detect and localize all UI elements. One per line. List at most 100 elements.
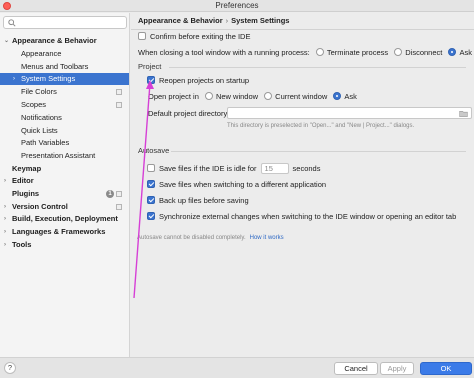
breadcrumb-separator: › [225,16,229,25]
default-dir-label: Default project directory: [148,109,230,118]
confirm-exit-row[interactable]: Confirm before exiting the IDE [138,31,250,42]
idle-save-label: Save files if the IDE is idle for [159,164,257,173]
reopen-label: Reopen projects on startup [159,76,250,85]
sidebar-item-label: Path Variables [21,138,70,147]
settings-search-box[interactable] [3,16,127,29]
default-dir-field[interactable] [227,107,472,119]
ok-button[interactable]: OK [420,362,472,375]
chevron-right-icon[interactable]: › [4,239,6,251]
sidebar-item-scopes[interactable]: Scopes [0,99,129,111]
header-divider [131,29,474,30]
sidebar-item-path-variables[interactable]: Path Variables [0,137,129,149]
chevron-right-icon[interactable]: › [4,226,6,238]
sidebar-item-tools[interactable]: › Tools [0,239,129,251]
settings-content: Appearance & Behavior › System Settings Co… [131,13,474,357]
sidebar-item-editor[interactable]: › Editor [0,175,129,187]
window-title: Preferences [215,1,259,10]
sidebar-item-presentation-assistant[interactable]: Presentation Assistant [0,150,129,162]
sidebar-item-label: File Colors [21,87,57,96]
switch-app-row[interactable]: Save files when switching to a different… [147,179,326,190]
chevron-right-icon[interactable]: › [4,201,6,213]
sidebar-item-label: Notifications [21,113,62,122]
radio-terminate-label[interactable]: Terminate process [327,48,388,57]
chevron-right-icon[interactable]: › [4,175,6,187]
radio-terminate[interactable] [315,48,324,56]
radio-ask-open-label[interactable]: Ask [344,92,357,101]
folder-icon[interactable] [459,110,468,117]
help-icon[interactable]: ? [4,362,16,374]
sidebar-item-label: Keymap [12,164,42,173]
copy-icon [116,102,122,108]
sidebar-item-languages-frameworks[interactable]: › Languages & Frameworks [0,226,129,238]
project-section-divider [169,67,466,68]
switch-app-checkbox[interactable] [147,180,155,188]
tool-window-label: When closing a tool window with a runnin… [138,48,310,57]
chevron-right-icon[interactable]: › [4,213,6,225]
switch-app-label: Save files when switching to a different… [159,180,327,189]
sidebar-item-label: Languages & Frameworks [12,227,106,236]
chevron-down-icon[interactable]: ⌄ [4,35,9,47]
sidebar-item-label: Version Control [12,202,68,211]
sync-label: Synchronize external changes when switch… [159,212,457,221]
project-section-title: Project [138,62,162,71]
radio-current-window[interactable] [264,92,273,100]
backup-checkbox[interactable] [147,196,155,204]
open-project-label: Open project in [148,92,199,101]
default-dir-hint: This directory is preselected in "Open..… [227,123,415,129]
sidebar-item-label: Menus and Toolbars [21,62,89,71]
cancel-button[interactable]: Cancel [334,362,378,375]
autosave-note-text: Autosave cannot be disabled completely. [137,235,246,241]
radio-disconnect[interactable] [394,48,403,56]
radio-ask-close-label[interactable]: Ask [459,48,472,57]
reopen-row[interactable]: Reopen projects on startup [147,75,249,86]
sidebar-item-system-settings[interactable]: › System Settings [0,73,129,85]
sidebar-item-label: System Settings [21,74,76,83]
sidebar-item-label: Presentation Assistant [21,151,96,160]
reopen-checkbox[interactable] [147,76,155,84]
breadcrumb-parent[interactable]: Appearance & Behavior [138,16,223,25]
sidebar-item-file-colors[interactable]: File Colors [0,86,129,98]
settings-sidebar: ⌄ Appearance & Behavior Appearance Menus… [0,13,130,357]
sidebar-item-keymap[interactable]: Keymap [0,163,129,175]
radio-ask-close[interactable] [448,48,457,56]
confirm-exit-checkbox[interactable] [138,32,146,40]
sidebar-item-menus-toolbars[interactable]: Menus and Toolbars [0,61,129,73]
radio-current-window-label[interactable]: Current window [275,92,327,101]
how-it-works-link[interactable]: How it works [250,235,284,241]
sync-checkbox[interactable] [147,212,155,220]
idle-seconds-input[interactable]: 15 [260,163,289,174]
radio-ask-open[interactable] [333,92,342,100]
sidebar-item-appearance-behavior[interactable]: ⌄ Appearance & Behavior [0,35,129,47]
breadcrumb: Appearance & Behavior › System Settings [138,15,289,27]
sidebar-item-label: Build, Execution, Deployment [12,214,118,223]
sidebar-item-notifications[interactable]: Notifications [0,112,129,124]
settings-search-input[interactable] [19,18,123,28]
sidebar-item-plugins[interactable]: Plugins 1 [0,188,129,200]
sidebar-item-label: Scopes [21,100,47,109]
sidebar-item-quick-lists[interactable]: Quick Lists [0,125,129,137]
chevron-right-icon[interactable]: › [13,73,15,85]
radio-new-window[interactable] [204,92,213,100]
radio-disconnect-label[interactable]: Disconnect [405,48,442,57]
idle-save-checkbox[interactable] [147,164,155,172]
radio-new-window-label[interactable]: New window [216,92,258,101]
sidebar-item-build-execution-deployment[interactable]: › Build, Execution, Deployment [0,213,129,225]
tool-window-row: When closing a tool window with a runnin… [138,47,472,58]
autosave-section-divider [171,151,466,152]
sidebar-item-version-control[interactable]: › Version Control [0,201,129,213]
sidebar-item-label: Appearance & Behavior [12,36,97,45]
sidebar-item-label: Plugins [12,189,40,198]
plugin-updates-badge: 1 [106,190,114,198]
sync-row[interactable]: Synchronize external changes when switch… [147,211,456,222]
title-bar: Preferences [0,0,474,12]
search-icon [8,19,16,27]
sidebar-item-appearance[interactable]: Appearance [0,48,129,60]
sidebar-item-label: Appearance [21,49,62,58]
sidebar-item-label: Editor [12,176,34,185]
apply-button[interactable]: Apply [380,362,414,375]
dialog-footer: ? Cancel Apply OK [0,357,474,378]
autosave-note: Autosave cannot be disabled completely. H… [137,235,284,241]
backup-row[interactable]: Back up files before saving [147,195,249,206]
confirm-exit-label: Confirm before exiting the IDE [150,32,251,41]
sidebar-item-label: Quick Lists [21,126,58,135]
